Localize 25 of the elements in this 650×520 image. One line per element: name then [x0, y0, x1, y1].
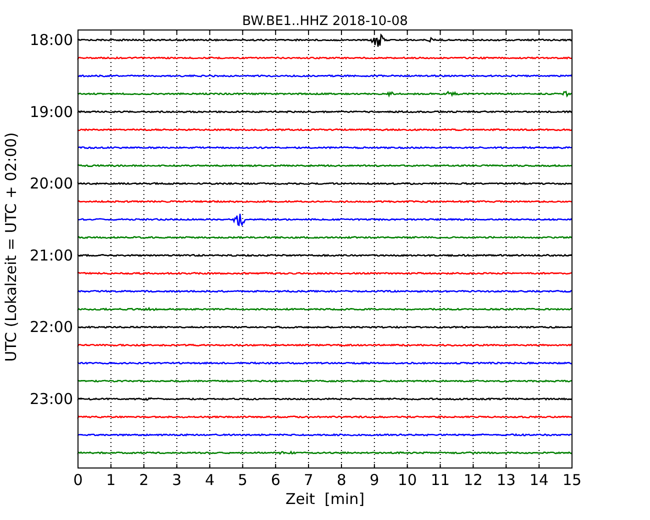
tick-label: 8: [336, 471, 346, 489]
tick-label: 13: [496, 471, 516, 489]
tick-label: 3: [172, 471, 182, 489]
axis-label: UTC (Lokalzeit = UTC + 02:00): [2, 132, 20, 362]
chart-title: BW.BE1..HHZ 2018-10-08: [242, 14, 408, 29]
tick-label: 9: [370, 471, 380, 489]
tick-label: 5: [238, 471, 248, 489]
tick-label: 14: [530, 471, 549, 489]
tick-label: 21:00: [30, 246, 73, 264]
tick-label: 1: [106, 471, 116, 489]
tick-label: 6: [270, 471, 280, 489]
tick-label: 0: [73, 471, 83, 489]
tick-label: 10: [398, 471, 417, 489]
axis-label: Zeit [min]: [285, 490, 365, 508]
tick-label: 15: [562, 471, 582, 489]
tick-label: 4: [204, 471, 214, 489]
tick-label: 2: [139, 471, 149, 489]
tick-label: 23:00: [30, 390, 73, 408]
tick-label: 20:00: [30, 174, 73, 193]
tick-label: 19:00: [30, 102, 73, 121]
tick-label: 12: [464, 471, 483, 489]
tick-label: 18:00: [30, 31, 73, 49]
tick-label: 7: [304, 471, 314, 489]
tick-label: 22:00: [30, 318, 73, 336]
tick-label: 11: [430, 471, 450, 489]
